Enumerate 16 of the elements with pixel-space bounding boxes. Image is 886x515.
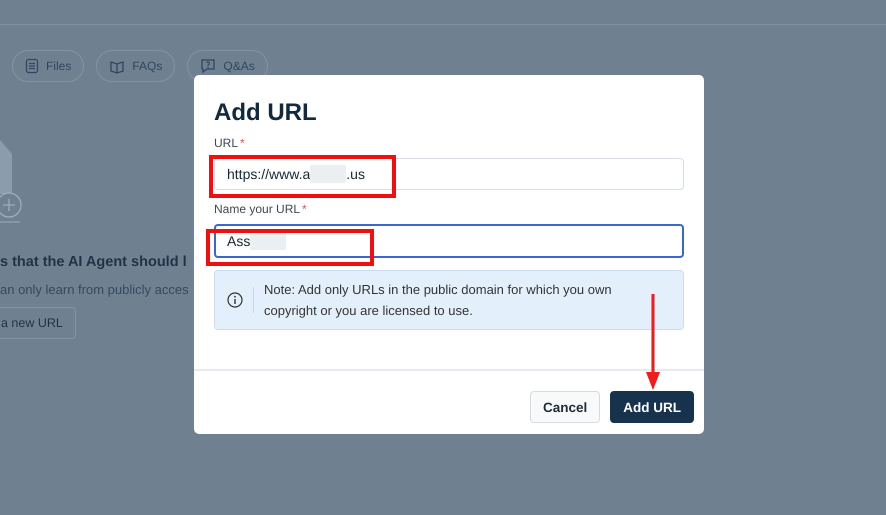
info-icon <box>227 292 243 308</box>
note-text: Note: Add only URLs in the public domain for which you own copyright or you are licensed to use. <box>264 281 613 320</box>
required-mark: * <box>302 202 307 216</box>
input-field[interactable]: https://www.a .us <box>214 158 684 190</box>
add-url-button[interactable]: Add URL <box>610 391 694 423</box>
required-mark: * <box>240 136 245 150</box>
field-label: URL * <box>214 136 245 150</box>
input-field[interactable]: Ass <box>214 224 684 258</box>
document-icon <box>25 58 39 74</box>
question-chat-icon <box>200 58 216 74</box>
field-label: Name your URL * <box>214 202 307 216</box>
section-heading: s that the AI Agent should l <box>0 254 187 270</box>
dialog-title: Add URL <box>214 99 318 127</box>
section-description: an only learn from publicly acces <box>0 282 189 297</box>
cancel-button[interactable]: Cancel <box>530 391 600 423</box>
book-icon <box>109 58 126 74</box>
